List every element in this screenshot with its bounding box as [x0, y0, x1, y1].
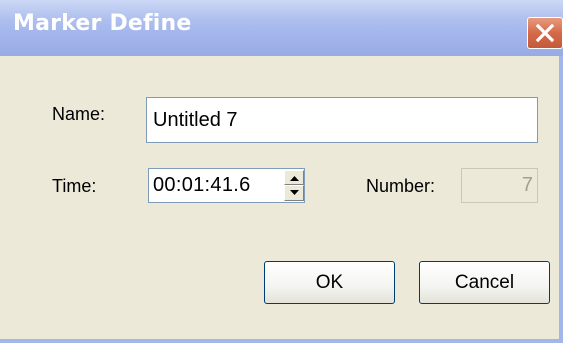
spin-down-icon	[290, 190, 299, 195]
time-spin-down-button[interactable]	[284, 185, 304, 201]
number-input	[462, 169, 537, 202]
time-spin-up-button[interactable]	[284, 170, 304, 185]
window-title: Marker Define	[13, 11, 192, 36]
name-input[interactable]	[147, 98, 537, 142]
number-label: Number:	[366, 176, 436, 196]
close-icon	[535, 23, 555, 43]
name-label: Name:	[52, 104, 106, 124]
marker-define-dialog: Marker Define Name: Time: Number: OK Can…	[0, 0, 563, 343]
number-field-box	[461, 168, 538, 203]
spin-up-icon	[290, 176, 299, 181]
time-spinner	[284, 170, 304, 201]
ok-button[interactable]: OK	[264, 261, 395, 304]
time-field-box[interactable]	[148, 168, 305, 203]
cancel-button[interactable]: Cancel	[419, 261, 550, 304]
window-frame-bottom	[0, 339, 563, 343]
title-bar[interactable]: Marker Define	[0, 0, 563, 56]
close-button[interactable]	[527, 17, 563, 49]
time-label: Time:	[52, 176, 97, 196]
window-frame-right	[559, 56, 563, 343]
time-input[interactable]	[149, 169, 304, 202]
name-field-box[interactable]	[146, 97, 538, 143]
